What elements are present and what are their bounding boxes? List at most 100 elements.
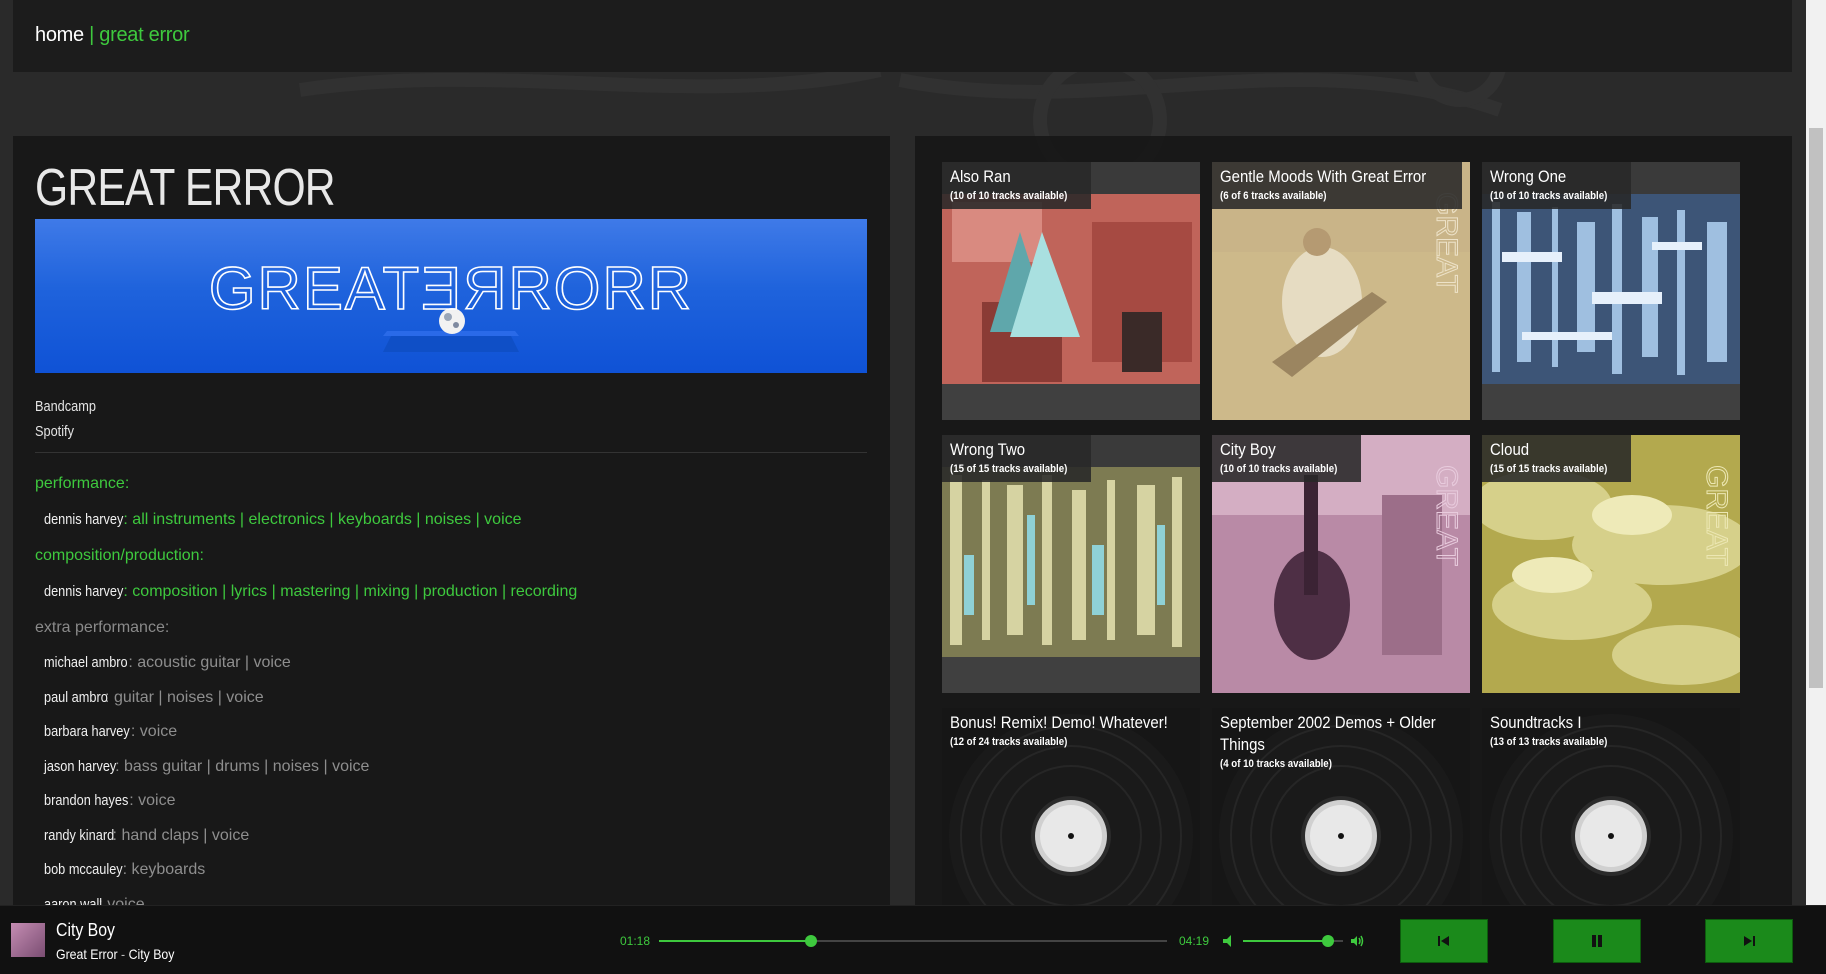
album-track-count: (10 of 10 tracks available)	[1220, 463, 1338, 475]
credits-heading-extra: extra performance:	[35, 619, 170, 636]
album-track-count: (4 of 10 tracks available)	[1220, 758, 1332, 770]
credit-roles[interactable]: composition | lyrics | mastering | mixin…	[132, 583, 577, 600]
albums-panel: Also Ran (10 of 10 tracks available) GRE…	[915, 136, 1792, 905]
next-icon	[1744, 936, 1755, 946]
credit-person[interactable]: dennis harvey	[44, 502, 123, 538]
album-track-count: (12 of 24 tracks available)	[950, 736, 1068, 748]
credit-row: brandon hayes: voice	[35, 784, 875, 819]
credits-heading-performance: performance:	[35, 475, 130, 492]
album-label: Bonus! Remix! Demo! Whatever! (12 of 24 …	[942, 708, 1198, 755]
volume-mute-icon[interactable]	[1221, 933, 1237, 949]
album-title: Also Ran	[950, 167, 1011, 186]
album-label: September 2002 Demos + Older Things (4 o…	[1212, 708, 1468, 777]
credit-person[interactable]: brandon hayes	[44, 784, 128, 819]
breadcrumb-separator: |	[89, 24, 95, 46]
pause-icon	[1592, 935, 1602, 947]
album-card-city-boy[interactable]: GREAT City Boy (10 of 10 tracks availabl…	[1212, 435, 1470, 693]
album-track-count: (10 of 10 tracks available)	[950, 190, 1068, 202]
now-playing-thumbnail[interactable]	[11, 923, 45, 957]
credit-row: aaron wall: voice	[35, 888, 875, 906]
now-playing-separator: -	[121, 946, 126, 962]
credit-roles: keyboards	[131, 861, 206, 878]
credit-person[interactable]: bob mccauley	[44, 853, 123, 888]
album-card-gentle-moods[interactable]: GREAT Gentle Moods With Great Error (6 o…	[1212, 162, 1470, 420]
credit-row: randy kinard: hand claps | voice	[35, 819, 875, 854]
album-title: Gentle Moods With Great Error	[1220, 167, 1427, 186]
album-card-soundtracks-i[interactable]: Soundtracks I (13 of 13 tracks available…	[1482, 708, 1740, 905]
album-track-count: (15 of 15 tracks available)	[950, 463, 1068, 475]
album-title: Wrong Two	[950, 440, 1026, 459]
credits-list: performance: dennis harvey: all instrume…	[35, 466, 875, 905]
banner-logo-text: GREATƎЯRORR	[209, 255, 693, 322]
pause-button[interactable]	[1553, 919, 1641, 963]
credit-person[interactable]: randy kinard	[44, 819, 114, 854]
album-label: City Boy (10 of 10 tracks available)	[1212, 435, 1362, 482]
artist-name-heading: GREAT ERROR	[35, 159, 336, 217]
album-track-count: (13 of 13 tracks available)	[1490, 736, 1608, 748]
seek-slider-fill	[659, 940, 812, 942]
album-card-also-ran[interactable]: Also Ran (10 of 10 tracks available)	[942, 162, 1200, 420]
album-card-wrong-two[interactable]: Wrong Two (15 of 15 tracks available)	[942, 435, 1200, 693]
previous-track-button[interactable]	[1400, 919, 1488, 963]
credit-row: jason harvey: bass guitar | drums | nois…	[35, 750, 875, 785]
album-card-bonus-remix[interactable]: Bonus! Remix! Demo! Whatever! (12 of 24 …	[942, 708, 1200, 905]
now-playing-subtitle: Great Error - City Boy	[56, 946, 174, 962]
album-title: Bonus! Remix! Demo! Whatever!	[950, 713, 1168, 732]
breadcrumb: home | great error	[35, 24, 190, 47]
top-navbar: home | great error	[13, 0, 1792, 72]
album-track-count: (6 of 6 tracks available)	[1220, 190, 1327, 202]
credit-person[interactable]: jason harvey	[44, 750, 116, 785]
album-label: Cloud (15 of 15 tracks available)	[1482, 435, 1632, 482]
credit-row: michael ambro: acoustic guitar | voice	[35, 646, 875, 681]
now-playing-artist[interactable]: Great Error	[56, 946, 118, 962]
album-title: Soundtracks I	[1490, 713, 1582, 732]
bandcamp-link[interactable]: Bandcamp	[35, 394, 96, 419]
album-card-september-2002[interactable]: September 2002 Demos + Older Things (4 o…	[1212, 708, 1470, 905]
album-title: City Boy	[1220, 440, 1276, 459]
volume-slider[interactable]	[1243, 935, 1343, 947]
album-label: Wrong Two (15 of 15 tracks available)	[942, 435, 1092, 482]
next-track-button[interactable]	[1705, 919, 1793, 963]
album-label: Also Ran (10 of 10 tracks available)	[942, 162, 1092, 209]
credit-person[interactable]: paul ambro	[44, 681, 108, 716]
artist-info-panel: GREAT ERROR GREATƎЯRORR Bandcamp Spotify…	[13, 136, 890, 905]
section-divider	[35, 452, 867, 453]
duration-time: 04:19	[1179, 934, 1210, 948]
credit-roles: hand claps | voice	[121, 826, 250, 844]
external-links: Bandcamp Spotify	[35, 394, 107, 444]
spotify-link[interactable]: Spotify	[35, 419, 96, 444]
scrollbar-thumb[interactable]	[1809, 128, 1823, 688]
credit-row: dennis harvey: composition | lyrics | ma…	[35, 574, 875, 610]
breadcrumb-current: great error	[99, 24, 190, 46]
credit-row: bob mccauley: keyboards	[35, 853, 875, 888]
volume-slider-handle[interactable]	[1322, 935, 1334, 947]
svg-text:GREAT: GREAT	[1430, 465, 1463, 566]
credit-roles: guitar | noises | voice	[113, 688, 264, 706]
seek-slider-handle[interactable]	[805, 935, 818, 947]
svg-text:GREAT: GREAT	[1700, 465, 1733, 566]
album-title: Wrong One	[1490, 167, 1567, 186]
credit-person[interactable]: dennis harvey	[44, 574, 123, 610]
album-title: September 2002 Demos + Older Things	[1220, 713, 1436, 754]
album-label: Wrong One (10 of 10 tracks available)	[1482, 162, 1632, 209]
seek-slider[interactable]	[659, 935, 1167, 947]
album-card-cloud[interactable]: GREAT Cloud (15 of 15 tracks available)	[1482, 435, 1740, 693]
credit-row: paul ambro: guitar | noises | voice	[35, 681, 875, 716]
artist-banner-image: GREATƎЯRORR	[35, 219, 867, 373]
album-card-wrong-one[interactable]: Wrong One (10 of 10 tracks available)	[1482, 162, 1740, 420]
credit-roles: bass guitar | drums | noises | voice	[123, 757, 370, 775]
credit-roles: voice	[139, 723, 178, 740]
credit-person[interactable]: aaron wall	[44, 888, 102, 906]
volume-up-icon[interactable]	[1350, 933, 1366, 949]
page-scrollbar[interactable]	[1806, 0, 1826, 905]
credit-person[interactable]: barbara harvey	[44, 715, 130, 750]
now-playing-album[interactable]: City Boy	[129, 946, 175, 962]
previous-icon	[1438, 936, 1449, 946]
credit-roles[interactable]: all instruments | electronics | keyboard…	[132, 511, 521, 528]
album-track-count: (15 of 15 tracks available)	[1490, 463, 1608, 475]
audio-player-bar: City Boy Great Error - City Boy 01:18 04…	[0, 905, 1826, 974]
album-title: Cloud	[1490, 440, 1530, 459]
credit-person[interactable]: michael ambro	[44, 646, 128, 681]
breadcrumb-home-link[interactable]: home	[35, 24, 84, 46]
credit-roles: voice	[138, 792, 176, 809]
